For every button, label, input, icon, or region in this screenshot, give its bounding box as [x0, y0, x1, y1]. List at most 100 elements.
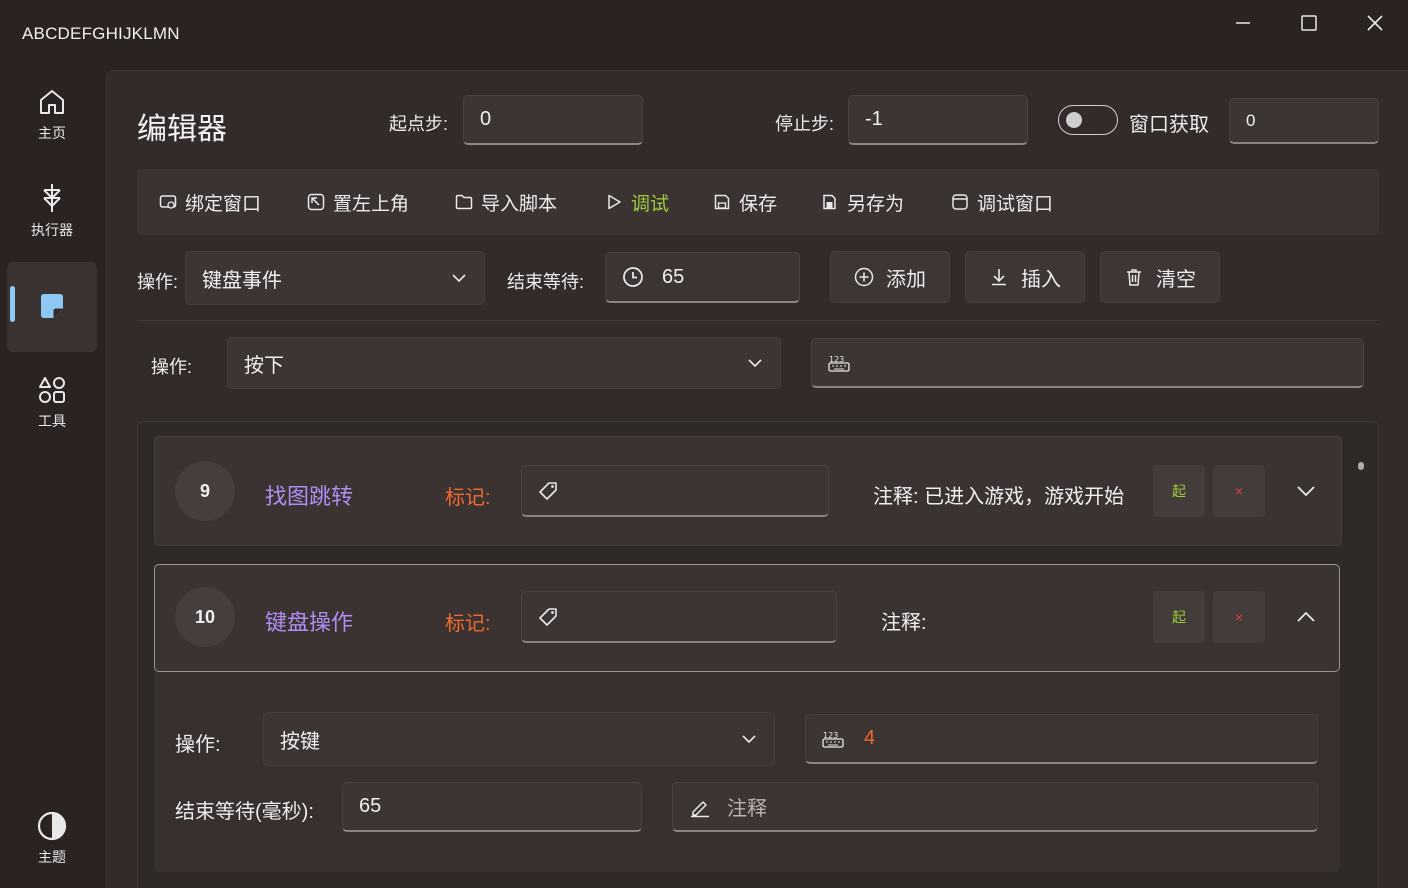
- sub-key-input[interactable]: 123: [811, 338, 1364, 388]
- set-start-button[interactable]: 起: [1153, 591, 1205, 643]
- clock-icon: [623, 267, 643, 287]
- mark-label: 标记:: [445, 487, 491, 509]
- set-top-left-button[interactable]: 置左上角: [307, 169, 409, 235]
- nav-label-home: 主页: [38, 125, 66, 141]
- wait-label: 结束等待:: [507, 272, 585, 292]
- debug-window-label: 调试窗口: [977, 193, 1054, 215]
- detail-key-input[interactable]: 123 4: [805, 714, 1318, 764]
- nav-item-tools[interactable]: 工具: [7, 358, 97, 448]
- detail-note-input[interactable]: 注释: [672, 782, 1318, 832]
- wait-value: 65: [662, 265, 685, 288]
- add-circle-icon: [854, 267, 874, 287]
- set-start-button[interactable]: 起: [1153, 465, 1205, 517]
- mark-input[interactable]: [521, 465, 829, 517]
- detail-key-value: 4: [864, 727, 876, 749]
- toolbar: 绑定窗口 置左上角 导入脚本 调试 保存 另存为 调试窗口: [137, 169, 1379, 235]
- step-card-expanded[interactable]: 10 键盘操作 标记: 注释: 起 ×: [154, 564, 1340, 672]
- op-label: 操作:: [137, 272, 179, 292]
- mark-label: 标记:: [445, 613, 491, 635]
- save-label: 保存: [739, 193, 778, 215]
- bind-window-label: 绑定窗口: [185, 193, 262, 215]
- save-button[interactable]: 保存: [713, 169, 777, 235]
- start-step-label: 起点步:: [389, 114, 449, 134]
- import-script-button[interactable]: 导入脚本: [455, 169, 557, 235]
- set-top-left-label: 置左上角: [333, 193, 410, 215]
- chevron-down-icon[interactable]: [1297, 485, 1315, 497]
- scrollbar-thumb[interactable]: [1358, 462, 1364, 470]
- stop-step-input[interactable]: -1: [848, 95, 1028, 145]
- toggle-knob: [1066, 112, 1082, 128]
- detail-wait-input[interactable]: 65: [342, 782, 642, 832]
- tag-icon: [539, 607, 557, 626]
- nav-item-home[interactable]: 主页: [7, 70, 97, 160]
- window-fetch-label: 窗口获取: [1129, 114, 1209, 136]
- page-title: 编辑器: [137, 113, 227, 146]
- delete-step-button[interactable]: ×: [1213, 465, 1265, 517]
- save-as-icon: [823, 194, 836, 210]
- bind-window-icon: [159, 195, 177, 209]
- maximize-icon: [1301, 15, 1317, 31]
- save-as-button[interactable]: 另存为: [821, 169, 904, 235]
- nav-item-theme[interactable]: 主题: [7, 794, 97, 884]
- nav-label-executor: 执行器: [31, 222, 73, 238]
- window-fetch-input[interactable]: 0: [1229, 98, 1379, 144]
- pen-icon: [691, 800, 709, 817]
- step-note: 注释: 已进入游戏，游戏开始: [873, 486, 1125, 508]
- stop-step-label: 停止步:: [775, 114, 835, 134]
- detail-wait-label: 结束等待(毫秒):: [175, 801, 314, 823]
- close-icon: [1367, 15, 1383, 31]
- debug-label: 调试: [631, 193, 670, 215]
- clear-label: 清空: [1156, 268, 1196, 291]
- active-indicator: [10, 286, 15, 322]
- top-left-icon: [307, 193, 325, 211]
- delete-step-button[interactable]: ×: [1213, 591, 1265, 643]
- app-title: ABCDEFGHIJKLMN: [22, 24, 180, 43]
- title-bar: ABCDEFGHIJKLMN: [0, 0, 1408, 70]
- step-title: 找图跳转: [265, 484, 354, 509]
- chevron-down-icon: [742, 735, 756, 744]
- add-button[interactable]: 添加: [830, 251, 950, 303]
- insert-label: 插入: [1021, 268, 1061, 291]
- maximize-button[interactable]: [1286, 8, 1332, 38]
- home-icon: [40, 90, 64, 114]
- trash-icon: [1127, 269, 1141, 286]
- detail-op-value: 按键: [280, 730, 320, 753]
- wait-input[interactable]: 65: [605, 252, 800, 303]
- op-select[interactable]: 键盘事件: [185, 251, 485, 305]
- sidebar: 主页 执行器 工具 主题: [0, 70, 106, 888]
- window-fetch-toggle[interactable]: [1058, 105, 1118, 135]
- mark-input[interactable]: [521, 591, 837, 643]
- theme-icon: [37, 811, 67, 841]
- bind-window-button[interactable]: 绑定窗口: [159, 169, 261, 235]
- import-script-label: 导入脚本: [481, 193, 558, 215]
- sub-op-value: 按下: [244, 354, 284, 377]
- detail-note-placeholder: 注释: [727, 798, 767, 820]
- tools-icon: [39, 377, 65, 403]
- nav-label-tools: 工具: [38, 413, 66, 429]
- minimize-button[interactable]: [1220, 8, 1266, 38]
- number-keyboard-icon: 123: [822, 731, 844, 748]
- step-number: 10: [175, 587, 235, 647]
- step-card[interactable]: 9 找图跳转 标记: 注释: 已进入游戏，游戏开始 起 ×: [154, 436, 1342, 546]
- play-icon: [608, 194, 621, 210]
- editor-page: 编辑器 起点步: 0 停止步: -1 窗口获取 0 绑定窗口 置左上角 导入脚本…: [106, 70, 1408, 888]
- tag-icon: [539, 481, 557, 500]
- download-icon: [992, 269, 1006, 286]
- insert-button[interactable]: 插入: [965, 251, 1085, 303]
- start-step-input[interactable]: 0: [463, 95, 643, 145]
- step-note: 注释:: [881, 612, 927, 634]
- nav-item-editor[interactable]: [7, 262, 97, 352]
- divider: [137, 320, 1379, 321]
- chevron-up-icon[interactable]: [1297, 611, 1315, 623]
- detail-op-select[interactable]: 按键: [263, 712, 775, 766]
- step-number: 9: [175, 461, 235, 521]
- number-keyboard-icon: 123: [828, 355, 850, 372]
- nav-item-executor[interactable]: 执行器: [7, 166, 97, 256]
- clear-button[interactable]: 清空: [1100, 251, 1220, 303]
- save-icon: [714, 194, 730, 210]
- sub-op-select[interactable]: 按下: [227, 337, 781, 389]
- debug-window-button[interactable]: 调试窗口: [951, 169, 1053, 235]
- debug-button[interactable]: 调试: [605, 169, 669, 235]
- close-button[interactable]: [1352, 8, 1398, 38]
- op-select-value: 键盘事件: [202, 269, 282, 292]
